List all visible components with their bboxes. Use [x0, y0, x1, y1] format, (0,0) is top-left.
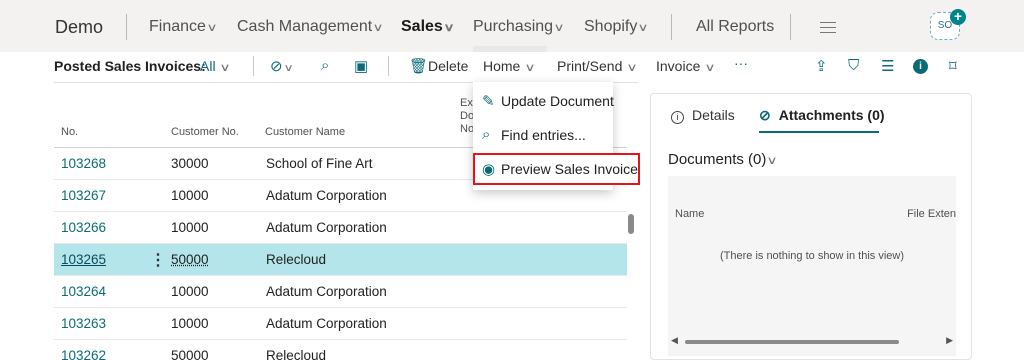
chevron-down-icon: ∨ [443, 22, 455, 34]
avatar[interactable]: SO + [930, 9, 966, 40]
invoice-no-link[interactable]: 103264 [61, 284, 106, 299]
delete-button[interactable]: Delete [428, 58, 468, 74]
nav-divider [126, 14, 127, 40]
chevron-down-icon: ∨ [372, 22, 384, 34]
chevron-down-icon: ∨ [704, 62, 716, 74]
hamburger-menu-icon[interactable] [820, 22, 836, 33]
chevron-down-icon: ∨ [206, 22, 218, 34]
filter-icon[interactable]: ⛉ [848, 57, 859, 74]
scroll-left-arrow-icon[interactable]: ◀ [671, 335, 678, 346]
plus-icon: + [950, 9, 966, 25]
menu-item-find-entries[interactable]: ⌕ Find entries... [473, 119, 613, 151]
customer-name: Adatum Corporation [266, 316, 387, 331]
invoice-tab[interactable]: Invoice ∨ [656, 58, 716, 74]
nav-divider [790, 14, 791, 40]
nav-item-all-reports[interactable]: All Reports [696, 18, 774, 36]
toolbar-divider [253, 56, 254, 76]
customer-no: 10000 [171, 316, 209, 331]
documents-title[interactable]: Documents (0)∨ [668, 151, 779, 168]
invoice-no-link[interactable]: 103262 [61, 348, 106, 360]
chevron-down-icon: ∨ [219, 62, 232, 74]
pencil-icon: ✎ [482, 93, 495, 110]
scrollbar-thumb[interactable] [685, 340, 899, 344]
tab-details[interactable]: i Details [671, 107, 735, 124]
page-title: Posted Sales Invoices: [54, 58, 206, 74]
chevron-down-icon: ∨ [524, 62, 536, 74]
menu-item-preview-sales-invoice[interactable]: ◉ Preview Sales Invoice [473, 153, 640, 185]
search-icon[interactable]: ⌕ [321, 57, 329, 74]
nav-item-finance[interactable]: Finance∨ [149, 18, 218, 36]
list-view-icon[interactable]: ☰ [881, 57, 894, 75]
app-brand[interactable]: Demo [55, 17, 103, 38]
table-row[interactable]: 103263 10000 Adatum Corporation [54, 308, 627, 340]
row-menu-icon[interactable]: ⋮ [150, 250, 166, 270]
nav-item-cash-management[interactable]: Cash Management∨ [237, 18, 384, 36]
chevron-down-icon: ∨ [626, 62, 638, 74]
find-entries-icon: ⌕ [482, 126, 491, 143]
analysis-mode-icon[interactable]: ⊘∨ [270, 57, 293, 75]
vertical-scrollbar[interactable] [628, 214, 634, 234]
invoice-no-link[interactable]: 103263 [61, 316, 106, 331]
table-row[interactable]: 103262 50000 Relecloud [54, 340, 627, 360]
col-header-customer-name[interactable]: Customer Name [265, 126, 345, 138]
col-header-name[interactable]: Name [675, 208, 704, 220]
bookmark-icon[interactable]: ⌑ [949, 57, 957, 75]
invoice-no-link[interactable]: 103266 [61, 220, 106, 235]
paperclip-icon: ⊘ [759, 107, 771, 123]
documents-panel: Name File Exten (There is nothing to sho… [668, 176, 956, 356]
chevron-down-icon: ∨ [637, 22, 650, 34]
action-bar: Posted Sales Invoices: All ∨ ⊘∨ ⌕ ▣ 🗑 De… [0, 52, 1024, 82]
horizontal-scrollbar[interactable]: ◀ ▶ [671, 335, 953, 347]
info-icon[interactable]: i [913, 59, 928, 74]
customer-name: Adatum Corporation [266, 220, 387, 235]
nav-item-purchasing[interactable]: Purchasing∨ [473, 18, 565, 36]
col-header-ext-doc-3[interactable]: No [460, 123, 474, 135]
col-header-no[interactable]: No. [61, 126, 78, 138]
top-navigation: Demo Finance∨ Cash Management∨ Sales∨ Pu… [0, 0, 1024, 52]
col-header-file-extension[interactable]: File Exten [907, 208, 956, 220]
table-row-selected[interactable]: 103265 ⋮ 50000 Relecloud [54, 244, 627, 276]
share-icon[interactable]: ⇪ [815, 57, 828, 75]
home-tab[interactable]: Home ∨ [483, 58, 536, 74]
menu-item-update-document[interactable]: ✎ Update Document [473, 85, 614, 117]
table-row[interactable]: 103264 10000 Adatum Corporation [54, 276, 627, 308]
more-options-icon[interactable]: ··· [734, 55, 748, 71]
chevron-down-icon: ∨ [553, 22, 565, 34]
customer-no: 50000 [171, 348, 209, 360]
customer-no[interactable]: 50000 [171, 252, 209, 267]
factbox-pane: i Details ⊘ Attachments (0) Documents (0)∨… [650, 93, 972, 360]
nav-divider [671, 14, 672, 40]
scroll-right-arrow-icon[interactable]: ▶ [946, 335, 953, 346]
active-tab-indicator [759, 131, 879, 133]
customer-no: 10000 [171, 220, 209, 235]
info-outline-icon: i [671, 111, 684, 124]
delete-icon[interactable]: 🗑 [409, 57, 428, 75]
customer-no: 30000 [171, 156, 209, 171]
print-send-tab[interactable]: Print/Send ∨ [557, 58, 638, 74]
filter-dropdown[interactable]: All ∨ [200, 58, 232, 74]
col-header-ext-doc-2[interactable]: Do [460, 110, 474, 122]
customer-name: Adatum Corporation [266, 284, 387, 299]
toolbar-divider [388, 56, 389, 76]
customer-name: Relecloud [266, 252, 327, 267]
nav-item-shopify[interactable]: Shopify∨ [584, 18, 650, 36]
empty-state-message: (There is nothing to show in this view) [719, 250, 905, 262]
invoice-no-link[interactable]: 103265 [61, 252, 106, 267]
chevron-down-icon: ∨ [766, 155, 779, 167]
customer-name: Adatum Corporation [266, 188, 387, 203]
tab-attachments[interactable]: ⊘ Attachments (0) [759, 107, 885, 124]
preview-eye-icon: ◉ [482, 161, 496, 178]
customer-no: 10000 [171, 188, 209, 203]
invoice-no-link[interactable]: 103268 [61, 156, 106, 171]
table-row[interactable]: 103266 10000 Adatum Corporation [54, 212, 627, 244]
customer-name: Relecloud [266, 348, 327, 360]
nav-item-sales[interactable]: Sales∨ [401, 18, 455, 36]
customer-name: School of Fine Art [266, 156, 373, 171]
invoice-no-link[interactable]: 103267 [61, 188, 106, 203]
customer-no: 10000 [171, 284, 209, 299]
col-header-customer-no[interactable]: Customer No. [171, 126, 239, 138]
filter-pane-icon[interactable]: ▣ [354, 57, 368, 75]
